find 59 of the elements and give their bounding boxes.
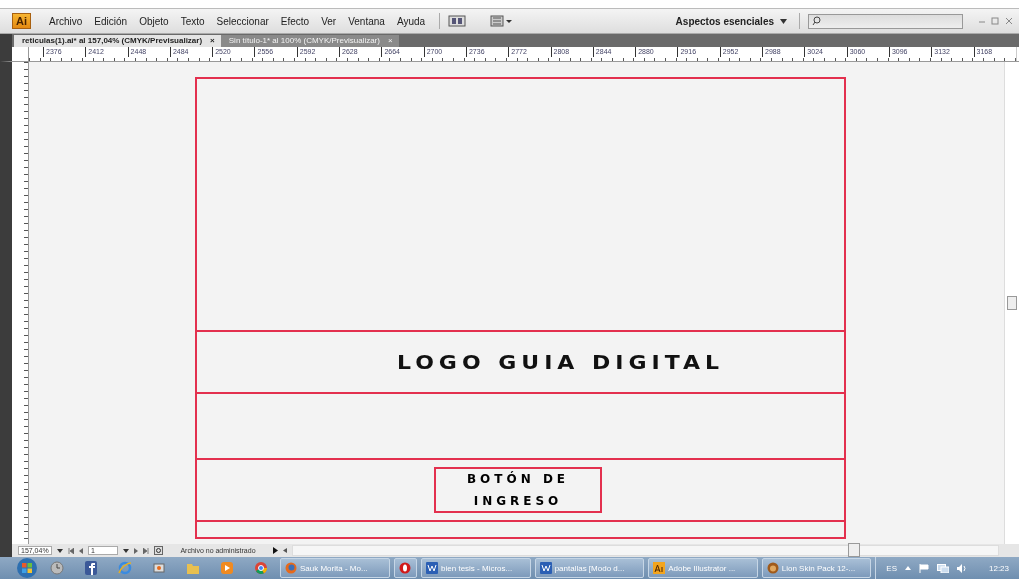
previous-page-icon[interactable] bbox=[79, 547, 83, 554]
status-menu-icon[interactable] bbox=[273, 547, 278, 554]
tab-label: Sin título-1* al 100% (CMYK/Previsualizar) bbox=[228, 35, 380, 47]
arrange-documents-icon[interactable] bbox=[490, 15, 513, 27]
start-button-icon[interactable] bbox=[16, 558, 38, 578]
first-page-icon[interactable] bbox=[68, 547, 74, 554]
opera-icon bbox=[399, 562, 412, 574]
facebook-icon[interactable] bbox=[84, 561, 98, 575]
workspace-label: Aspectos esenciales bbox=[675, 15, 774, 27]
workspace-switcher[interactable]: Aspectos esenciales bbox=[671, 15, 791, 27]
login-button[interactable]: BOTÓN DE INGRESO bbox=[434, 467, 602, 513]
media-player-icon[interactable] bbox=[220, 561, 234, 575]
app-logo: Ai bbox=[12, 13, 31, 29]
document-tab[interactable]: reticulas(1).ai* al 157,04% (CMYK/Previsualizar) × bbox=[14, 35, 221, 47]
taskbar-label: bien tesis - Micros... bbox=[441, 563, 513, 573]
search-icon bbox=[812, 16, 821, 26]
taskbar-label: Sauk Morita - Mo... bbox=[300, 563, 368, 573]
word-icon bbox=[426, 562, 439, 574]
reveal-file-icon[interactable] bbox=[154, 546, 163, 555]
logo-text: LOGO GUIA DIGITAL bbox=[396, 351, 725, 373]
menu-item[interactable]: Edición bbox=[88, 15, 134, 27]
menu-item[interactable]: Efecto bbox=[274, 15, 316, 27]
last-page-icon[interactable] bbox=[143, 547, 149, 554]
taskbar-label: pantallas [Modo d... bbox=[554, 563, 625, 573]
menu-item[interactable]: Ver bbox=[315, 15, 343, 27]
scroll-thumb[interactable] bbox=[848, 543, 860, 557]
bridge-icon[interactable] bbox=[448, 15, 467, 27]
menu-item[interactable]: Seleccionar bbox=[210, 15, 275, 27]
menu-item[interactable]: Texto bbox=[174, 15, 211, 27]
taskbar-label: Lion Skin Pack 12-... bbox=[781, 563, 856, 573]
chrome-icon[interactable] bbox=[254, 561, 268, 575]
word-icon bbox=[539, 562, 552, 574]
search-field[interactable] bbox=[808, 13, 963, 29]
menu-item[interactable]: Objeto bbox=[133, 15, 175, 27]
dropdown-arrow-icon bbox=[780, 18, 787, 24]
clock-icon[interactable] bbox=[50, 561, 64, 575]
folder-icon[interactable] bbox=[186, 561, 200, 575]
browser-icon[interactable] bbox=[118, 561, 132, 575]
close-tab-button[interactable]: × bbox=[210, 35, 215, 47]
menu-item[interactable]: Ayuda bbox=[390, 15, 432, 27]
volume-icon[interactable] bbox=[957, 563, 967, 573]
taskbar-label: Adobe Illustrator ... bbox=[668, 563, 736, 573]
window-controls-icon[interactable] bbox=[977, 17, 1013, 25]
menu-item[interactable]: Archivo bbox=[43, 15, 89, 27]
dropdown-arrow-icon[interactable] bbox=[57, 548, 63, 553]
dropdown-arrow-icon[interactable] bbox=[123, 548, 129, 553]
lion-icon bbox=[766, 562, 779, 574]
next-page-icon[interactable] bbox=[134, 547, 138, 554]
firefox-icon bbox=[285, 562, 297, 574]
tab-label: reticulas(1).ai* al 157,04% (CMYK/Previsualizar) bbox=[22, 35, 203, 47]
menu-item[interactable]: Ventana bbox=[342, 15, 391, 27]
scroll-left-icon[interactable] bbox=[283, 548, 287, 553]
taskbar-button[interactable] bbox=[393, 558, 418, 578]
network-icon[interactable] bbox=[152, 561, 166, 575]
scroll-thumb[interactable] bbox=[1007, 296, 1017, 310]
illustrator-icon bbox=[653, 562, 666, 574]
flag-icon[interactable] bbox=[919, 563, 929, 573]
show-hidden-icons-icon[interactable] bbox=[905, 566, 911, 570]
network-status-icon[interactable] bbox=[937, 563, 949, 573]
